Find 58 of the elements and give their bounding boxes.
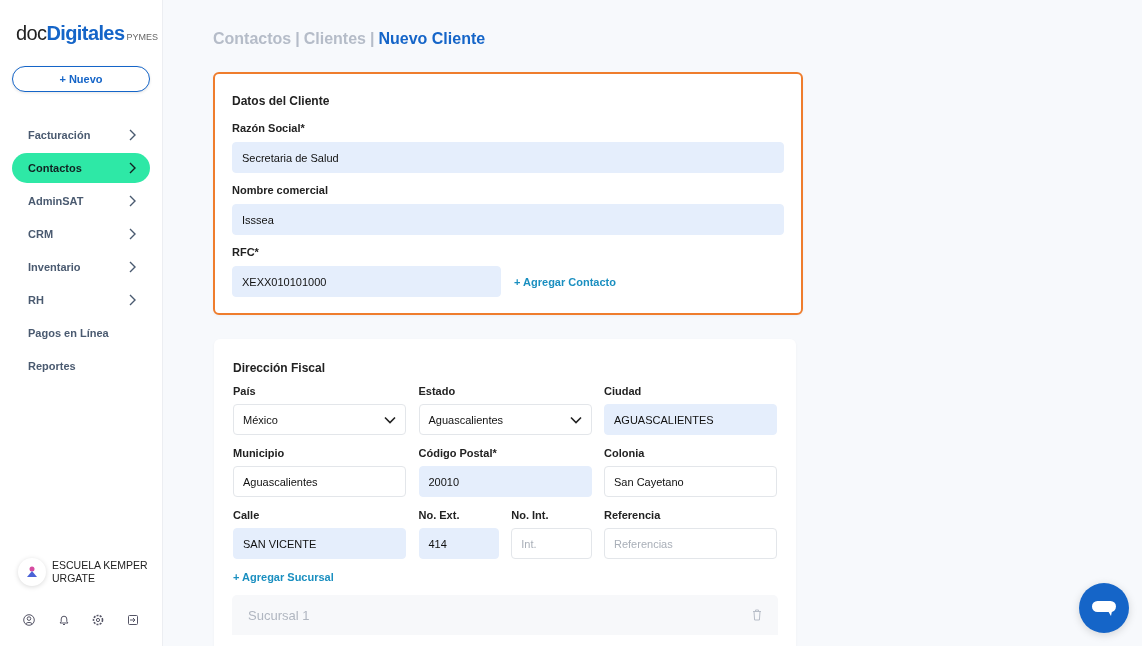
- field-label: Colonia: [604, 447, 646, 459]
- text-field[interactable]: 414: [418, 528, 499, 559]
- logo: docDigitales PYMES: [16, 21, 159, 46]
- sidebar-item[interactable]: Reportes: [12, 351, 150, 381]
- sidebar-item[interactable]: Contactos: [12, 153, 150, 183]
- field-label: Ciudad: [604, 385, 643, 397]
- add-branch-link[interactable]: + Agregar Sucursal: [233, 571, 777, 583]
- field-label: RFC*: [232, 246, 260, 258]
- field-label: Nombre comercial: [232, 184, 329, 196]
- new-button[interactable]: + Nuevo: [12, 66, 150, 92]
- chevron-right-icon: [128, 228, 136, 240]
- field-label: Código Postal*: [418, 447, 498, 459]
- text-field[interactable]: Aguascalientes: [233, 466, 406, 497]
- school-logo-avatar: [18, 558, 46, 586]
- chevron-right-icon: [128, 261, 136, 273]
- text-field[interactable]: AGUASCALIENTES: [604, 404, 777, 435]
- field-label: Municipio: [233, 447, 286, 459]
- field-label: Razón Social*: [232, 122, 306, 134]
- text-field[interactable]: Isssea: [232, 204, 784, 235]
- field-label: No. Int.: [511, 509, 550, 521]
- bell-icon[interactable]: [57, 614, 70, 626]
- chevron-right-icon: [128, 294, 136, 306]
- text-field[interactable]: San Cayetano: [604, 466, 777, 497]
- chevron-right-icon: [128, 195, 136, 207]
- sidebar-item[interactable]: AdminSAT: [12, 186, 150, 216]
- text-field[interactable]: XEXX010101000: [232, 266, 501, 297]
- add-contact-link[interactable]: + Agregar Contacto: [514, 275, 616, 288]
- text-field[interactable]: Secretaria de Salud: [232, 142, 784, 173]
- field-label: Estado: [418, 385, 457, 397]
- breadcrumb-separator: |: [369, 30, 375, 48]
- breadcrumb-separator: |: [295, 30, 300, 48]
- settings-icon[interactable]: [92, 614, 105, 626]
- chat-button[interactable]: [1079, 583, 1129, 633]
- card-title: Datos del Cliente: [232, 94, 331, 108]
- chevron-right-icon: [128, 162, 136, 174]
- sidebar-item[interactable]: Inventario: [12, 252, 150, 282]
- sidebar-item[interactable]: Facturación: [12, 120, 150, 150]
- chevron-down-icon: [569, 415, 582, 424]
- sidebar-item[interactable]: CRM: [12, 219, 150, 249]
- account-name: ESCUELA KEMPER URGATE: [52, 559, 148, 585]
- breadcrumb-item[interactable]: Nuevo Cliente: [378, 30, 486, 48]
- field-label: País: [233, 385, 257, 397]
- sidebar-item[interactable]: RH: [12, 285, 150, 315]
- dropdown-field[interactable]: México: [233, 404, 406, 435]
- text-field[interactable]: 20010: [418, 466, 592, 497]
- dropdown-field[interactable]: Aguascalientes: [418, 404, 592, 435]
- chevron-down-icon: [384, 415, 396, 424]
- card-title: Dirección Fiscal: [233, 361, 327, 375]
- field-label: No. Ext.: [418, 509, 461, 521]
- text-field[interactable]: SAN VICENTE: [233, 528, 406, 559]
- field-label: Calle: [233, 509, 261, 521]
- sidebar-item[interactable]: Pagos en Línea: [12, 318, 150, 348]
- user-icon[interactable]: [23, 614, 36, 626]
- chevron-right-icon: [128, 129, 136, 141]
- branch-title: Sucursal 1: [248, 607, 310, 623]
- chat-bubble-icon: [1091, 598, 1117, 618]
- logout-icon[interactable]: [126, 614, 139, 626]
- field-label: Referencia: [604, 509, 662, 521]
